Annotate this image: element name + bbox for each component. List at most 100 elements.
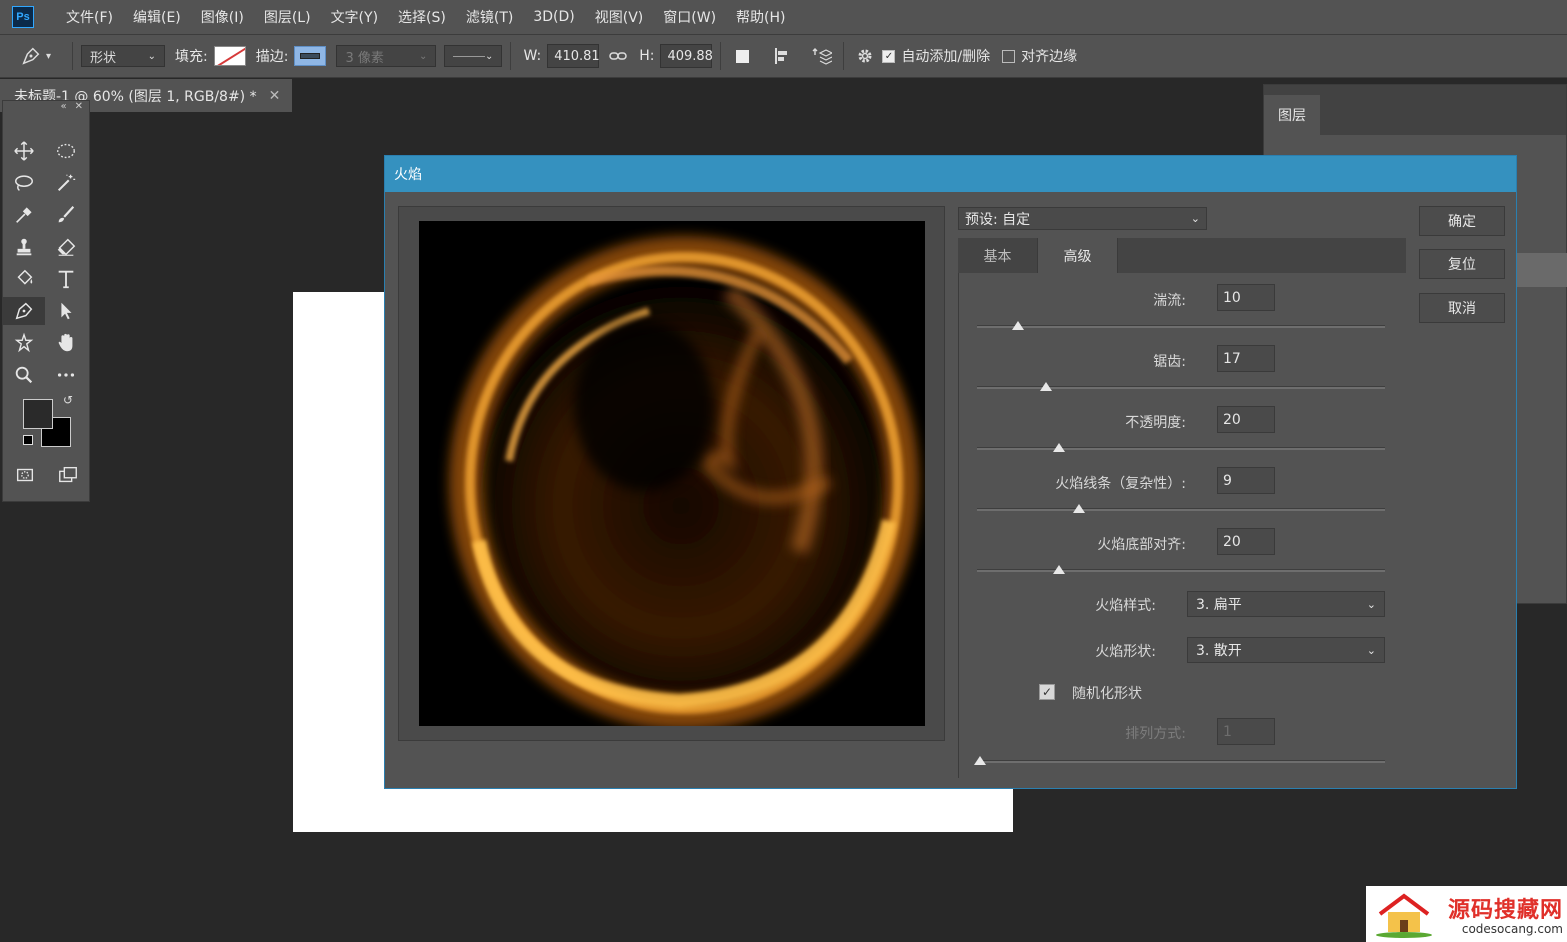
flame-lines-input[interactable]: 9 [1217,467,1275,494]
gear-icon[interactable] [852,43,878,69]
randomize-shape-checkbox[interactable]: ✓ [1039,684,1055,700]
randomize-shape-label: 随机化形状 [1072,686,1142,702]
fire-preview-image [419,221,925,726]
turbulence-slider[interactable] [977,321,1385,330]
chevron-down-icon: ⌄ [419,50,428,62]
close-icon[interactable]: ✕ [269,88,281,104]
menu-edit[interactable]: 编辑(E) [123,7,191,27]
pen-tool-icon[interactable] [3,297,45,325]
watermark-url: codesocang.com [1461,922,1563,936]
link-icon[interactable] [605,43,631,69]
path-alignment-icon[interactable] [769,43,795,69]
dialog-tabs: 基本 高级 [958,238,1406,273]
magic-wand-icon[interactable] [45,169,87,197]
flame-bottom-align-label: 火焰底部对齐: [1097,537,1186,553]
jaggedness-slider[interactable] [977,382,1385,391]
more-tools-icon[interactable] [45,361,87,389]
default-colors-icon[interactable] [23,435,33,445]
jaggedness-slider-thumb[interactable] [1040,382,1053,391]
menu-select[interactable]: 选择(S) [388,7,456,27]
menu-window[interactable]: 窗口(W) [653,7,726,27]
mode-select[interactable]: 形状 ⌄ [81,45,165,67]
jaggedness-input[interactable]: 17 [1217,345,1275,372]
stroke-label: 描边: [255,49,289,65]
flame-lines-slider-thumb[interactable] [1073,504,1085,513]
menu-help[interactable]: 帮助(H) [726,7,795,27]
arrange-slider-thumb [974,756,986,765]
menu-3d[interactable]: 3D(D) [523,9,584,25]
flame-shape-label: 火焰形状: [1095,644,1156,660]
opacity-slider-thumb[interactable] [1052,443,1065,452]
path-selection-icon[interactable] [45,297,87,325]
turbulence-slider-thumb[interactable] [1011,321,1024,330]
mode-select-value: 形状 [90,50,117,66]
hand-icon[interactable] [45,329,87,357]
separator [843,42,845,70]
ok-button[interactable]: 确定 [1419,206,1505,236]
flame-bottom-align-slider-thumb[interactable] [1052,565,1065,574]
flame-bottom-align-input[interactable]: 20 [1217,528,1275,555]
align-edges-checkbox[interactable] [1002,49,1016,63]
elliptical-marquee-icon[interactable] [45,137,87,165]
move-tool-icon[interactable] [3,137,45,165]
eyedropper-icon[interactable] [3,201,45,229]
zoom-icon[interactable] [3,361,45,389]
width-label: W: [523,48,542,64]
tools-panel-header: « ✕ [3,101,89,117]
separator [72,42,73,70]
flame-shape-select[interactable]: 3. 散开 ⌄ [1187,637,1385,663]
chevron-down-icon: ⌄ [1190,212,1200,225]
clone-stamp-icon[interactable] [3,233,45,261]
turbulence-input[interactable]: 10 [1217,284,1275,311]
layer-row[interactable] [1514,253,1567,287]
opacity-slider[interactable] [977,443,1385,452]
cancel-button[interactable]: 取消 [1419,293,1505,323]
chevron-down-icon: ▾ [46,50,52,62]
menu-view[interactable]: 视图(V) [585,7,654,27]
type-tool-icon[interactable] [45,265,87,293]
layers-panel-tab[interactable]: 图层 [1264,95,1320,135]
path-arrangement-icon[interactable] [809,43,835,69]
menu-filter[interactable]: 滤镜(T) [456,7,523,27]
tool-preset-picker[interactable]: ▾ [20,41,64,71]
preset-select[interactable]: 预设: 自定 ⌄ [958,207,1207,230]
quick-mask-icon[interactable] [4,461,46,489]
flame-lines-slider[interactable] [977,504,1385,513]
collapse-icon[interactable]: « [60,101,66,117]
menu-image[interactable]: 图像(I) [191,7,254,27]
reset-button[interactable]: 复位 [1419,249,1505,279]
opacity-input[interactable]: 20 [1217,406,1275,433]
dialog-title: 火焰 [385,156,1516,192]
lasso-icon[interactable] [3,169,45,197]
paint-bucket-icon[interactable] [3,265,45,293]
swap-colors-icon[interactable]: ↺ [63,393,73,407]
eraser-icon[interactable] [45,233,87,261]
flame-bottom-align-slider[interactable] [977,565,1385,574]
screen-mode-icon[interactable] [47,461,89,489]
pen-icon [22,47,40,65]
path-operations-icon[interactable] [729,43,755,69]
menu-layer[interactable]: 图层(L) [254,7,321,27]
opacity-label: 不透明度: [1125,415,1186,431]
close-icon[interactable]: ✕ [75,101,83,117]
stroke-swatch[interactable] [294,46,327,66]
stroke-type-select[interactable]: ⌄ [444,45,503,67]
flame-style-select[interactable]: 3. 扁平 ⌄ [1187,591,1385,617]
menu-file[interactable]: 文件(F) [56,7,123,27]
tab-basic[interactable]: 基本 [958,238,1038,273]
tools-panel: « ✕ ↺ [2,100,90,502]
tab-advanced[interactable]: 高级 [1038,238,1118,273]
height-input[interactable]: 409.88 [660,44,713,68]
watermark-title: 源码搜藏网 [1447,898,1563,923]
brush-icon[interactable] [45,201,87,229]
stroke-width-select[interactable]: 3 像素 ⌄ [336,45,437,67]
width-input[interactable]: 410.81 [547,44,600,68]
foreground-color-swatch[interactable] [23,399,53,429]
custom-shape-icon[interactable] [3,329,45,357]
flame-style-label: 火焰样式: [1095,598,1156,614]
fill-swatch[interactable] [213,46,246,66]
flame-style-value: 3. 扁平 [1196,597,1242,613]
separator [510,42,512,70]
menu-type[interactable]: 文字(Y) [321,7,388,27]
auto-add-delete-checkbox[interactable]: ✓ [882,49,896,63]
